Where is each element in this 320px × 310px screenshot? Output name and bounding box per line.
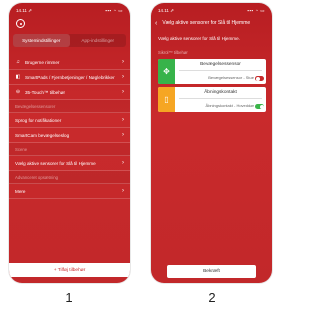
page-title: Vælg aktive sensorer for Slå til Hjemme [162, 20, 251, 26]
card-title: Åbningskontakt [204, 90, 237, 95]
divider [179, 70, 262, 71]
menu-item-users[interactable]: ♫ Brugerne rimmer › [9, 55, 130, 70]
phone-screen-1: 14.11 ⇗ ▪▪▪ ◔ ▭ Systemindstillinger App-… [9, 3, 130, 283]
menu-item-label: 35-Touch™ tilbehør [25, 89, 66, 95]
menu-item-smartpads[interactable]: ◧ SmartPads / Fjernbetjeninger / Nøglebr… [9, 70, 130, 85]
touch-icon: ⊖ [15, 89, 21, 95]
door-contact-icon: ▯ [158, 87, 175, 112]
menu-item-label: SmartCam bevægelseslog [15, 132, 70, 138]
chevron-right-icon: › [122, 74, 124, 80]
status-bar: 14.11 ⇗ ▪▪▪ ◔ ▭ [16, 7, 123, 15]
menu-item-label: Brugerne rimmer [25, 59, 60, 65]
chevron-right-icon: › [122, 59, 124, 65]
menu-item-notification-language[interactable]: Sprog for notifikationer › [9, 113, 130, 128]
status-time: 14.11 ⇗ [16, 8, 32, 13]
settings-menu: ♫ Brugerne rimmer › ◧ SmartPads / Fjernb… [9, 55, 130, 199]
menu-item-label: Vælg aktive sensorer for Slå til Hjemme [15, 160, 96, 166]
keypad-icon: ◧ [15, 74, 21, 80]
menu-item-smartcam-log[interactable]: SmartCam bevægelseslog › [9, 128, 130, 143]
caption-1: 1 [65, 290, 73, 305]
confirm-button[interactable]: Bekræft [167, 265, 256, 278]
card-title: Bevægelsessensor [200, 62, 241, 67]
chevron-right-icon: › [122, 89, 124, 95]
back-arrow-icon[interactable]: ‹ [155, 20, 157, 27]
screen-header: ‹ Vælg aktive sensorer for Slå til Hjemm… [155, 18, 268, 28]
phone-screen-2: 14.11 ⇗ ▪▪▪ ◔ ▭ ‹ Vælg aktive sensorer f… [151, 3, 272, 283]
status-time: 14.11 ⇗ [158, 8, 174, 13]
tab-system-settings[interactable]: Systemindstillinger [13, 34, 70, 47]
chevron-right-icon: › [122, 188, 124, 194]
sensor-card-motion[interactable]: ✥ Bevægelsessensor Bevægelsessensor - St… [158, 59, 266, 84]
card-subtitle: Bevægelsessensor - Stue [208, 75, 254, 80]
chevron-right-icon: › [122, 160, 124, 166]
section-label: Sikrol™ tilbehør [158, 50, 188, 55]
tab-app-settings[interactable]: App-indstillinger [70, 34, 127, 47]
menu-item-label: Mere [15, 188, 26, 194]
users-icon: ♫ [16, 59, 20, 65]
section-header: Advanceret opsætning [9, 171, 130, 184]
gear-icon[interactable] [16, 19, 25, 28]
card-subtitle: Åbningskontakt - Hoveddør [205, 103, 254, 108]
divider [179, 98, 262, 99]
menu-item-more[interactable]: Mere › [9, 184, 130, 199]
status-icons: ▪▪▪ ◔ ▭ [247, 8, 265, 13]
section-header: Bevægelsessensorer [9, 100, 130, 113]
menu-item-active-sensors[interactable]: Vælg aktive sensorer for Slå til Hjemme … [9, 156, 130, 171]
add-accessory-button[interactable]: + Tilføj tilbehør [9, 263, 130, 277]
section-header: Scene [9, 143, 130, 156]
menu-item-label: SmartPads / Fjernbetjeninger / Nøglebrik… [25, 74, 115, 80]
status-bar: 14.11 ⇗ ▪▪▪ ◔ ▭ [158, 7, 265, 15]
caption-2: 2 [208, 290, 216, 305]
sensor-toggle[interactable] [255, 76, 264, 81]
sensor-toggle[interactable] [255, 104, 264, 109]
menu-item-touch-accessories[interactable]: ⊖ 35-Touch™ tilbehør › [9, 85, 130, 100]
description-text: Vælg aktive sensorer for Slå til Hjemme. [158, 36, 240, 41]
menu-item-label: Sprog for notifikationer [15, 117, 62, 123]
settings-tabs: Systemindstillinger App-indstillinger [13, 34, 126, 47]
chevron-right-icon: › [122, 117, 124, 123]
sensor-card-door-contact[interactable]: ▯ Åbningskontakt Åbningskontakt - Hovedd… [158, 87, 266, 112]
motion-sensor-icon: ✥ [158, 59, 175, 84]
status-icons: ▪▪▪ ◔ ▭ [105, 8, 123, 13]
chevron-right-icon: › [122, 132, 124, 138]
